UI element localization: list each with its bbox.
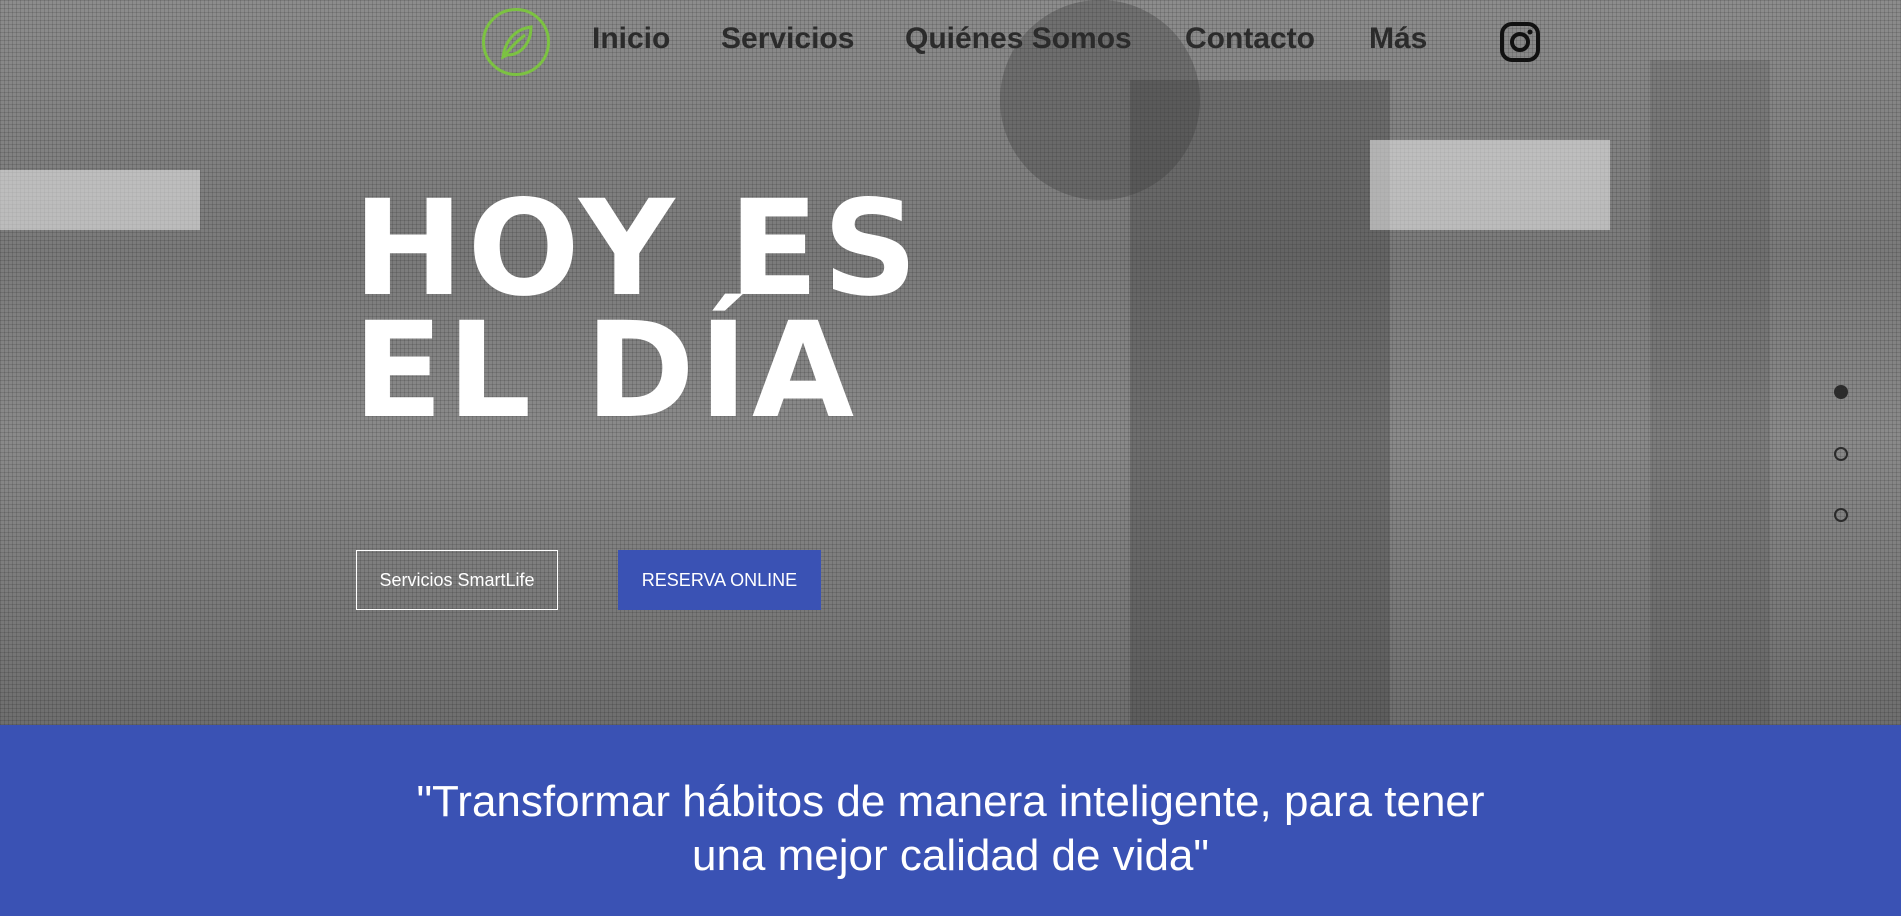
slide-dot-2[interactable]	[1834, 447, 1848, 461]
hero-headline-line1: HOY ES	[353, 172, 922, 326]
mission-quote-line1: "Transformar hábitos de manera inteligen…	[416, 777, 1485, 826]
hero-bg-figure	[1130, 80, 1390, 725]
leaf-logo-icon[interactable]	[482, 8, 550, 76]
mission-quote-line2: una mejor calidad de vida"	[691, 831, 1210, 880]
slide-dot-1[interactable]	[1834, 385, 1848, 399]
mission-quote: "Transformar hábitos de manera inteligen…	[0, 775, 1901, 883]
hero-section: Inicio Servicios Quiénes Somos Contacto …	[0, 0, 1901, 725]
top-navigation: Inicio Servicios Quiénes Somos Contacto …	[0, 0, 1901, 85]
nav-item-mas[interactable]: Más	[1369, 22, 1427, 56]
hero-headline: HOY ES EL DÍA	[353, 172, 922, 448]
nav-item-quienes-somos[interactable]: Quiénes Somos	[905, 22, 1132, 56]
slide-dot-3[interactable]	[1834, 508, 1848, 522]
hero-bg-highlight	[1370, 140, 1610, 230]
services-button[interactable]: Servicios SmartLife	[356, 550, 558, 610]
instagram-icon[interactable]	[1499, 21, 1541, 63]
nav-item-servicios[interactable]: Servicios	[721, 22, 854, 56]
nav-item-contacto[interactable]: Contacto	[1185, 22, 1315, 56]
hero-headline-line2: EL DÍA	[353, 294, 859, 448]
hero-bg-column	[1650, 60, 1770, 725]
hero-bg-highlight-left	[0, 170, 200, 230]
nav-item-inicio[interactable]: Inicio	[592, 22, 670, 56]
booking-button[interactable]: RESERVA ONLINE	[618, 550, 821, 610]
mission-quote-section: "Transformar hábitos de manera inteligen…	[0, 725, 1901, 916]
